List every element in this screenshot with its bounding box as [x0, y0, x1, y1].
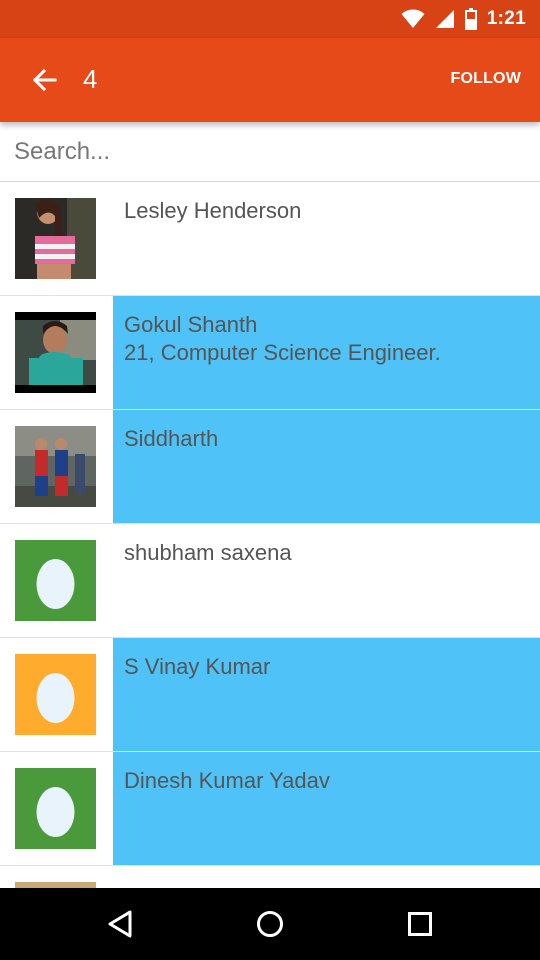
- user-name: Dinesh Kumar Yadav: [124, 768, 330, 793]
- default-egg-avatar-icon: [15, 654, 96, 735]
- avatar: [15, 426, 96, 507]
- user-text: Lesley Henderson: [113, 182, 540, 295]
- nav-home-button[interactable]: [252, 906, 288, 942]
- recents-square-icon: [408, 912, 432, 936]
- user-text: S Vinay Kumar: [113, 638, 540, 751]
- status-icons: 1:21: [401, 0, 526, 38]
- user-name: Siddharth: [124, 426, 219, 451]
- app-bar: 4 FOLLOW: [0, 38, 540, 122]
- list-item[interactable]: Siddharth: [0, 410, 540, 524]
- status-bar: 1:21: [0, 0, 540, 38]
- default-egg-avatar-icon: [15, 540, 96, 621]
- status-time: 1:21: [486, 8, 526, 29]
- user-name: shubham saxena: [124, 540, 292, 565]
- arrow-back-icon: [32, 68, 57, 92]
- user-name: Lesley Henderson: [124, 198, 302, 223]
- list-item[interactable]: S Vinay Kumar: [0, 638, 540, 752]
- list-item[interactable]: [0, 866, 540, 888]
- wifi-icon: [401, 9, 425, 28]
- user-text: shubham saxena: [113, 524, 540, 637]
- back-button[interactable]: [24, 60, 64, 100]
- follow-button[interactable]: FOLLOW: [450, 70, 521, 88]
- page-title: 4: [83, 64, 98, 94]
- search-bar: [0, 122, 540, 182]
- list-item[interactable]: Lesley Henderson: [0, 182, 540, 296]
- user-text: Gokul Shanth 21, Computer Science Engine…: [113, 296, 540, 409]
- search-input[interactable]: [14, 132, 524, 172]
- nav-back-button[interactable]: [102, 906, 138, 942]
- default-egg-avatar-icon: [15, 768, 96, 849]
- cell-signal-icon: [435, 10, 454, 28]
- avatar: [15, 198, 96, 279]
- home-circle-icon: [257, 911, 283, 937]
- avatar: [15, 312, 96, 393]
- navigation-bar: [0, 888, 540, 960]
- list-item[interactable]: shubham saxena: [0, 524, 540, 638]
- battery-icon: [464, 8, 477, 30]
- user-text: Dinesh Kumar Yadav: [113, 752, 540, 865]
- list-item[interactable]: Gokul Shanth 21, Computer Science Engine…: [0, 296, 540, 410]
- user-bio: 21, Computer Science Engineer.: [124, 340, 441, 365]
- user-name: S Vinay Kumar: [124, 654, 271, 679]
- list-item[interactable]: Dinesh Kumar Yadav: [0, 752, 540, 866]
- user-name: Gokul Shanth: [124, 312, 258, 337]
- user-text: Siddharth: [113, 410, 540, 523]
- nav-recents-button[interactable]: [402, 906, 438, 942]
- back-triangle-icon: [108, 910, 132, 938]
- user-list: Lesley Henderson Gokul Shanth 21, Comput…: [0, 182, 540, 888]
